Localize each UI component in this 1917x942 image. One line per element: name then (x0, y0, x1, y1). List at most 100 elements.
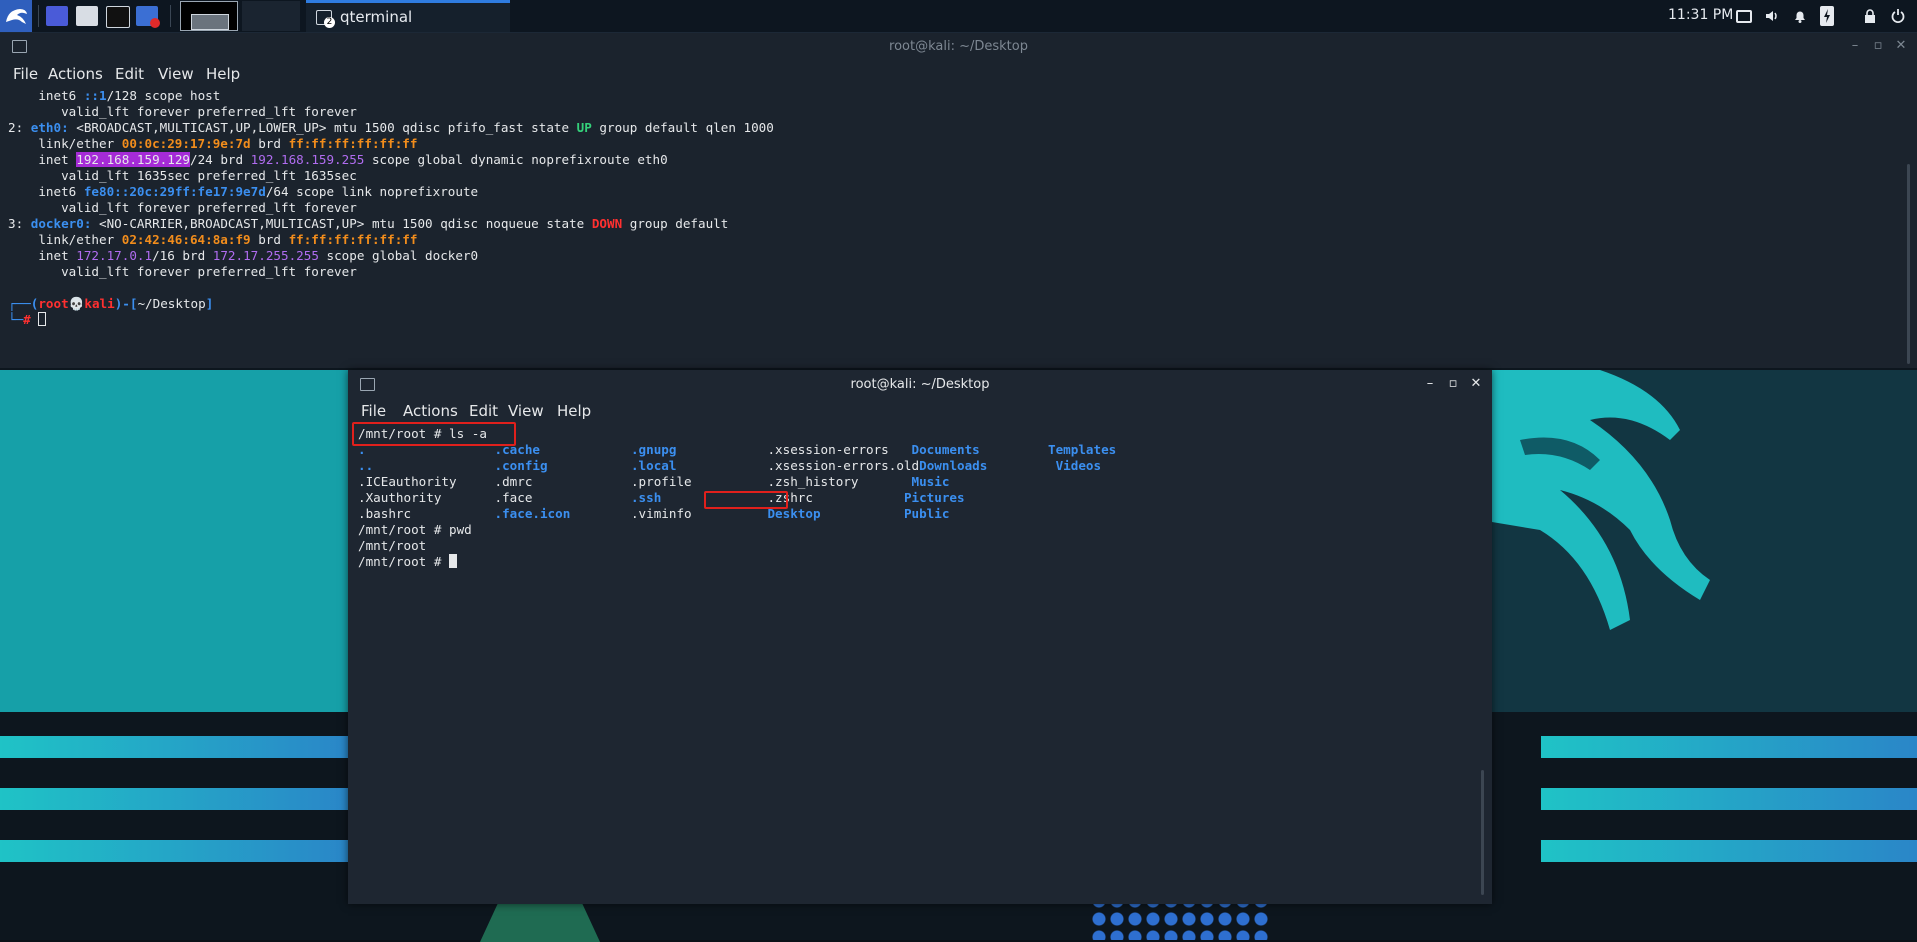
terminal-text: Templates (1048, 442, 1117, 457)
menu-file[interactable]: File (13, 65, 38, 83)
file-manager-icon[interactable] (76, 6, 98, 26)
menu-file[interactable]: File (361, 402, 386, 420)
terminal-line: link/ether 02:42:46:64:8a:f9 brd ff:ff:f… (8, 232, 774, 248)
bg-stripe-6 (1541, 840, 1917, 862)
terminal-text: root (38, 296, 69, 311)
terminal-text: valid_lft forever preferred_lft forever (8, 264, 357, 279)
terminal-text: Downloads (919, 458, 1056, 473)
menu-actions[interactable]: Actions (403, 402, 458, 420)
terminal-text: .xsession-errors (767, 442, 912, 457)
terminal-line: .. .config .local .xsession-errors.oldDo… (358, 458, 1116, 474)
terminal-text: Public (903, 506, 950, 521)
clock[interactable]: 11:31 PM (1668, 7, 1733, 23)
minimize-button[interactable]: – (1421, 375, 1439, 393)
terminal-text: .profile (630, 474, 768, 489)
bg-stripe-2 (0, 788, 350, 810)
text-cursor (38, 312, 47, 326)
volume-icon[interactable] (1764, 8, 1780, 24)
terminal-text: scope global dynamic noprefixroute eth0 (364, 152, 668, 167)
terminal-text: .gnupg (630, 442, 768, 457)
terminal-text: DOWN (591, 216, 623, 231)
maximize-button[interactable]: ▫ (1869, 37, 1887, 55)
browser-launcher-icon[interactable] (136, 6, 160, 28)
terminal-text: <NO-CARRIER,BROADCAST,MULTICAST,UP> mtu … (91, 216, 592, 231)
terminal-text: └─ (8, 312, 24, 327)
terminal-text: .local (630, 458, 768, 473)
terminal-text: docker0: (30, 216, 92, 231)
terminal-line: link/ether 00:0c:29:17:9e:7d brd ff:ff:f… (8, 136, 774, 152)
terminal-line: /mnt/root # pwd (358, 522, 1116, 538)
menubar: File Actions Edit View Help (348, 398, 1492, 422)
terminal-text: .dmrc (494, 474, 631, 489)
terminal-line: inet 172.17.0.1/16 brd 172.17.255.255 sc… (8, 248, 774, 264)
menu-help[interactable]: Help (206, 65, 240, 83)
bg-stripe-5 (1541, 788, 1917, 810)
terminal-line: ┌──(root💀kali)-[~/Desktop] (8, 296, 774, 312)
terminal-text: ┌──( (8, 296, 39, 311)
terminal-window-front: root@kali: ~/Desktop – ▫ ✕ File Actions … (348, 370, 1492, 904)
display-icon[interactable] (1736, 10, 1752, 23)
menu-view[interactable]: View (158, 65, 194, 83)
scrollbar[interactable] (1907, 164, 1910, 364)
terminal-text: )-[ (114, 296, 138, 311)
terminal-text: 172.17.255.255 (212, 248, 319, 263)
terminal-text: ::1 (83, 88, 107, 103)
terminal-text: /128 scope host (106, 88, 221, 103)
menu-edit[interactable]: Edit (469, 402, 498, 420)
workspace-1[interactable] (180, 1, 238, 31)
minimize-button[interactable]: – (1846, 37, 1864, 55)
window-title: root@kali: ~/Desktop (850, 377, 990, 392)
terminal-text: 00:0c:29:17:9e:7d (121, 136, 251, 151)
battery-charging-icon[interactable] (1820, 6, 1834, 26)
terminal-line: valid_lft forever preferred_lft forever (8, 264, 774, 280)
maximize-button[interactable]: ▫ (1444, 375, 1462, 393)
terminal-text: 192.168.159.129 (76, 152, 190, 167)
window-titlebar[interactable]: root@kali: ~/Desktop – ▫ ✕ (348, 370, 1492, 400)
menu-edit[interactable]: Edit (115, 65, 144, 83)
terminal-launcher-icon[interactable] (106, 6, 130, 28)
lock-screen-icon[interactable] (1862, 8, 1878, 24)
kali-menu-button[interactable] (0, 0, 32, 32)
menu-actions[interactable]: Actions (48, 65, 103, 83)
close-button[interactable]: ✕ (1467, 375, 1485, 393)
terminal-text: ff:ff:ff:ff:ff:ff (288, 232, 418, 247)
menu-help[interactable]: Help (557, 402, 591, 420)
terminal-output[interactable]: inet6 ::1/128 scope host valid_lft forev… (8, 88, 774, 328)
terminal-line: valid_lft forever preferred_lft forever (8, 104, 774, 120)
terminal-text: .xsession-errors.old (767, 458, 920, 473)
menu-view[interactable]: View (508, 402, 544, 420)
terminal-text: /mnt/root (358, 538, 427, 553)
terminal-text: Documents (911, 442, 1048, 457)
notification-bell-icon[interactable] (1792, 8, 1808, 24)
terminal-text: .config (494, 458, 631, 473)
terminal-text: inet6 (8, 88, 84, 103)
terminal-text: kali (84, 296, 115, 311)
terminal-text: brd (250, 232, 289, 247)
taskbar: 2 qterminal 11:31 PM (0, 0, 1917, 33)
bg-stripe-4 (1541, 736, 1917, 758)
terminal-line: /mnt/root # (358, 554, 1116, 570)
show-desktop-icon[interactable] (46, 6, 68, 26)
scrollbar[interactable] (1481, 770, 1484, 895)
bg-teal-band-left (0, 370, 350, 712)
task-qterminal[interactable]: 2 qterminal (306, 0, 510, 32)
logout-icon[interactable] (1890, 8, 1906, 24)
terminal-text: 172.17.0.1 (76, 248, 153, 263)
terminal-line: valid_lft forever preferred_lft forever (8, 200, 774, 216)
workspace-2[interactable] (242, 1, 300, 31)
kali-dragon-graphic (1480, 370, 1710, 630)
taskbar-separator (38, 5, 39, 27)
window-titlebar[interactable]: root@kali: ~/Desktop – ▫ ✕ (0, 32, 1917, 62)
kali-logo-icon (6, 9, 27, 24)
terminal-text: 3: (8, 216, 31, 231)
terminal-text: <BROADCAST,MULTICAST,UP,LOWER_UP> mtu 15… (68, 120, 577, 135)
close-button[interactable]: ✕ (1892, 37, 1910, 55)
terminal-window-top: root@kali: ~/Desktop – ▫ ✕ File Actions … (0, 32, 1917, 368)
terminal-line: inet6 fe80::20c:29ff:fe17:9e7d/64 scope … (8, 184, 774, 200)
text-cursor (449, 554, 457, 568)
terminal-text: Desktop (767, 506, 904, 521)
terminal-line: inet6 ::1/128 scope host (8, 88, 774, 104)
terminal-line: └─# (8, 312, 774, 328)
terminal-text: .. (358, 458, 495, 473)
terminal-text: group default (622, 216, 729, 231)
